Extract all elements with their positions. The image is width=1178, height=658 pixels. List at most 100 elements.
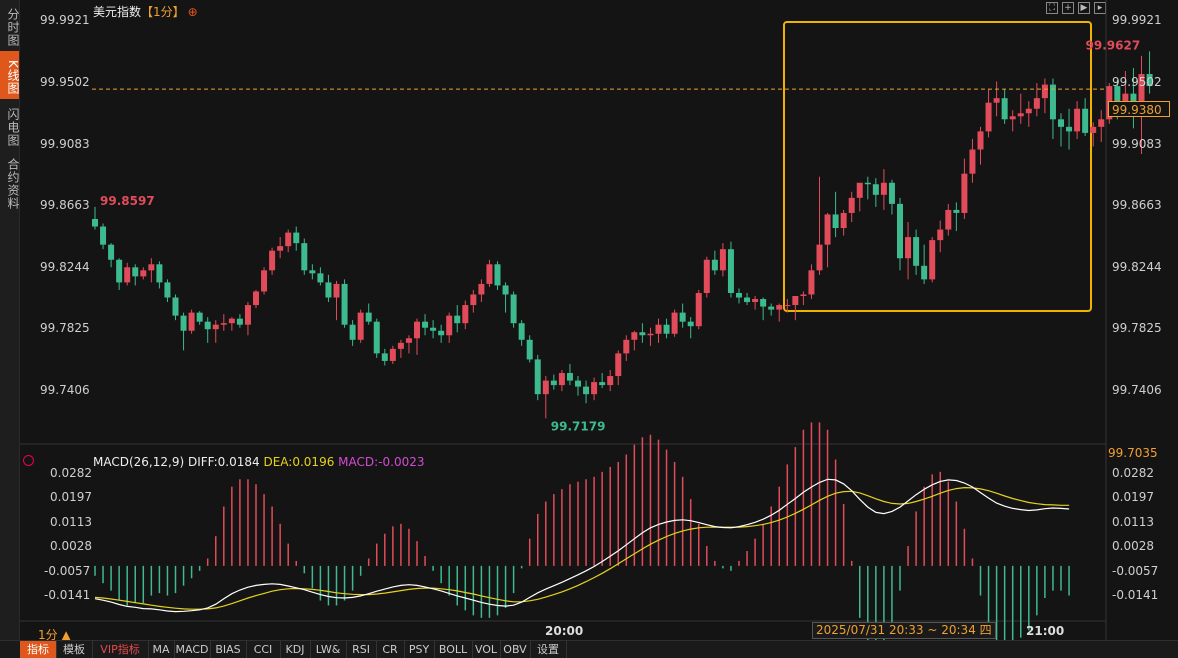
price-axis-label-left: 99.9502 — [40, 75, 90, 89]
price-axis-label: 99.8244 — [1112, 260, 1162, 274]
tab-2[interactable]: VIP指标 — [92, 641, 149, 658]
tab-11[interactable]: PSY — [404, 641, 435, 658]
macd-axis-label: 0.0282 — [1112, 466, 1154, 480]
price-axis-label-left: 99.7406 — [40, 383, 90, 397]
candle — [719, 243, 726, 277]
tab-9[interactable]: RSI — [346, 641, 377, 658]
macd-axis-label: 0.0113 — [50, 515, 92, 529]
price-axis-label: 99.9921 — [1112, 13, 1162, 27]
candle — [381, 348, 388, 366]
candle — [848, 191, 855, 222]
candle — [872, 178, 879, 207]
candle — [446, 312, 453, 343]
candle — [405, 335, 412, 354]
start-price-marker: 99.8597 — [100, 194, 155, 208]
candle — [188, 309, 195, 334]
candle — [180, 312, 187, 351]
candle — [840, 209, 847, 236]
tab-6[interactable]: CCI — [246, 641, 281, 658]
tab-4[interactable]: MACD — [174, 641, 211, 658]
candle — [591, 377, 598, 401]
candle — [244, 302, 251, 336]
candle — [293, 226, 300, 251]
candle — [1074, 101, 1081, 139]
candle — [623, 335, 630, 361]
candle — [430, 320, 437, 339]
candle — [856, 182, 863, 212]
candle — [953, 202, 960, 232]
candle — [913, 229, 920, 275]
candle — [494, 261, 501, 290]
candle — [1001, 89, 1008, 124]
candle — [349, 320, 356, 346]
candle — [824, 212, 831, 268]
candle — [832, 191, 839, 238]
candle — [510, 291, 517, 328]
candle — [164, 279, 171, 303]
candle — [575, 376, 581, 396]
candle — [502, 282, 509, 313]
candle — [228, 317, 235, 331]
tab-12[interactable]: BOLL — [434, 641, 473, 658]
low-price-marker: 99.7179 — [551, 419, 606, 433]
tab-3[interactable]: MA — [148, 641, 175, 658]
price-axis-label-left: 99.8663 — [40, 198, 90, 212]
candle — [736, 288, 742, 304]
candle — [1009, 110, 1016, 132]
tab-1[interactable]: 模板 — [56, 641, 93, 658]
tab-0[interactable]: 指标 — [20, 641, 57, 658]
macd-diff-label: DIFF:0.0184 — [187, 455, 260, 469]
candle — [172, 294, 179, 321]
candle — [100, 223, 107, 250]
candle — [397, 339, 404, 358]
candle — [977, 126, 984, 165]
tab-5[interactable]: BIAS — [210, 641, 247, 658]
tab-14[interactable]: OBV — [500, 641, 531, 658]
candle — [140, 267, 147, 280]
macd-axis-label: -0.0057 — [44, 564, 91, 578]
macd-settings-icon[interactable] — [23, 455, 34, 466]
candle — [760, 297, 767, 321]
macd-axis-label: -0.0141 — [44, 588, 91, 602]
candle — [1033, 83, 1040, 117]
candle — [1049, 78, 1056, 139]
candle — [768, 303, 775, 316]
candle — [969, 138, 976, 183]
candle — [365, 303, 372, 325]
candle — [341, 279, 348, 328]
candle — [816, 176, 823, 275]
tab-8[interactable]: LW& — [310, 641, 347, 658]
candle — [937, 220, 944, 253]
high-price-marker: 99.9627 — [1086, 38, 1141, 52]
candle — [269, 247, 276, 275]
candle — [921, 244, 928, 284]
chart-canvas[interactable]: 99.8597 99.7179 99.9627 — [0, 0, 1178, 640]
macd-axis-label: -0.0141 — [1112, 588, 1159, 602]
candle — [309, 264, 316, 280]
separator-value: 99.7035 — [1108, 446, 1158, 460]
candle — [317, 267, 324, 286]
candle — [550, 374, 557, 390]
tab-15[interactable]: 设置 — [530, 641, 567, 658]
candle — [607, 370, 614, 392]
candle — [333, 280, 340, 321]
candle — [422, 314, 429, 336]
price-axis-label: 99.8663 — [1112, 198, 1162, 212]
candle — [124, 262, 131, 286]
candle — [1025, 101, 1032, 127]
time-tick-2000: 20:00 — [545, 624, 584, 638]
candle — [132, 264, 139, 286]
candle — [438, 324, 445, 343]
price-axis-label: 99.9083 — [1112, 137, 1162, 151]
candle — [301, 238, 308, 275]
tab-7[interactable]: KDJ — [280, 641, 311, 658]
candle — [599, 373, 606, 389]
macd-dea-label: DEA:0.0196 — [263, 455, 335, 469]
candle — [478, 279, 485, 303]
candle — [220, 314, 227, 331]
price-axis-label-left: 99.7825 — [40, 321, 90, 335]
tab-10[interactable]: CR — [376, 641, 405, 658]
candle — [108, 243, 115, 268]
tab-13[interactable]: VOL — [472, 641, 501, 658]
candle — [148, 258, 155, 283]
